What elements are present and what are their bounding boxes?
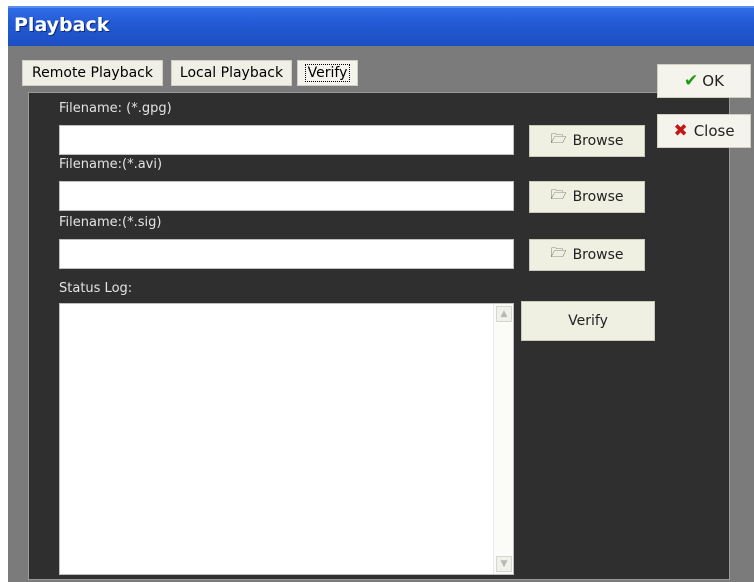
- browse-label: Browse: [572, 189, 624, 205]
- tab-remote-playback[interactable]: Remote Playback: [22, 60, 163, 86]
- sig-filename-label: Filename:(*.sig): [59, 215, 162, 230]
- ok-button[interactable]: ✔ OK: [657, 64, 751, 98]
- tab-label: Local Playback: [179, 65, 284, 81]
- verify-button-label: Verify: [568, 313, 608, 329]
- ok-label: OK: [702, 72, 724, 90]
- browse-label: Browse: [572, 133, 624, 149]
- status-log-scrollbar[interactable]: ▲ ▼: [493, 304, 513, 574]
- tab-local-playback[interactable]: Local Playback: [171, 60, 292, 86]
- avi-filename-label: Filename:(*.avi): [59, 157, 163, 172]
- folder-open-icon: 🗁: [550, 132, 567, 147]
- chevron-up-icon[interactable]: ▲: [496, 306, 512, 322]
- close-label: Close: [693, 122, 735, 140]
- playback-window: Playback Remote Playback Local Playback …: [8, 6, 754, 582]
- gpg-filename-input[interactable]: [59, 125, 514, 155]
- gpg-filename-label: Filename: (*.gpg): [59, 101, 172, 116]
- title-bar: Playback: [8, 6, 754, 46]
- browse-gpg-button[interactable]: 🗁 Browse: [529, 125, 645, 157]
- browse-sig-button[interactable]: 🗁 Browse: [529, 239, 645, 271]
- x-mark-icon: ✖: [673, 121, 688, 141]
- folder-open-icon: 🗁: [550, 246, 567, 261]
- status-log-textarea[interactable]: ▲ ▼: [59, 303, 514, 575]
- verify-panel: Filename: (*.gpg) 🗁 Browse Filename:(*.a…: [28, 92, 730, 580]
- folder-open-icon: 🗁: [550, 188, 567, 203]
- window-title: Playback: [14, 14, 110, 36]
- browse-label: Browse: [572, 247, 624, 263]
- tab-label: Remote Playback: [32, 65, 153, 81]
- close-button[interactable]: ✖ Close: [657, 114, 751, 148]
- tab-verify[interactable]: Verify: [297, 60, 358, 86]
- checkmark-icon: ✔: [684, 71, 699, 91]
- browse-avi-button[interactable]: 🗁 Browse: [529, 181, 645, 213]
- verify-button[interactable]: Verify: [521, 301, 655, 341]
- avi-filename-input[interactable]: [59, 181, 514, 211]
- status-log-label: Status Log:: [59, 281, 133, 296]
- tab-label: Verify: [304, 64, 351, 82]
- chevron-down-icon[interactable]: ▼: [496, 556, 512, 572]
- sig-filename-input[interactable]: [59, 239, 514, 269]
